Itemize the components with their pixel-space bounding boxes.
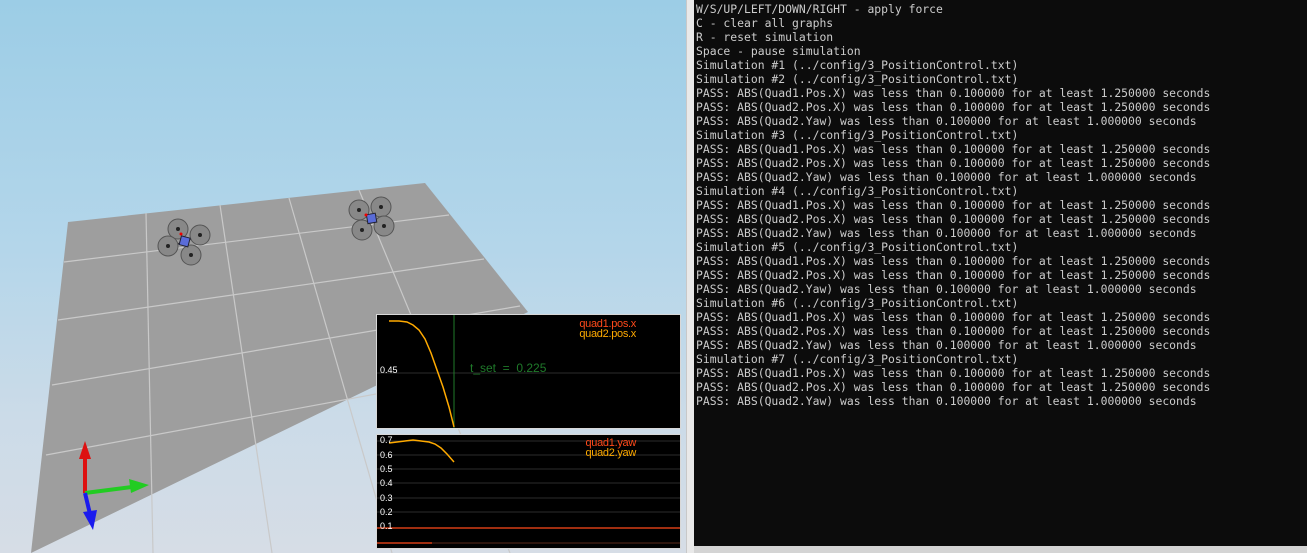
simulator-viewport[interactable]: quad1.pos.x quad2.pos.x 0.45 t_set = 0.2… — [0, 0, 690, 553]
console-line: PASS: ABS(Quad2.Pos.X) was less than 0.1… — [696, 100, 1211, 114]
console-line: Simulation #4 (../config/3_PositionContr… — [696, 184, 1019, 198]
console-line: Simulation #7 (../config/3_PositionContr… — [696, 352, 1019, 366]
yaw-plot[interactable]: quad1.yaw quad2.yaw 0.7 0.6 0.5 0.4 0.3 … — [376, 434, 681, 549]
console-window[interactable]: W/S/UP/LEFT/DOWN/RIGHT - apply force C -… — [694, 0, 1307, 546]
quad2-yaw-line — [388, 439, 455, 463]
yaw-tick-0-1: 0.1 — [380, 521, 393, 531]
console-line: PASS: ABS(Quad1.Pos.X) was less than 0.1… — [696, 86, 1211, 100]
yaw-tick-0-3: 0.3 — [380, 493, 393, 503]
console-line: Simulation #1 (../config/3_PositionContr… — [696, 58, 1019, 72]
console-line: PASS: ABS(Quad2.Pos.X) was less than 0.1… — [696, 156, 1211, 170]
console-line: PASS: ABS(Quad2.Pos.X) was less than 0.1… — [696, 324, 1211, 338]
console-line: Simulation #5 (../config/3_PositionContr… — [696, 240, 1019, 254]
position-plot[interactable]: quad1.pos.x quad2.pos.x 0.45 t_set = 0.2… — [376, 314, 681, 429]
console-line: W/S/UP/LEFT/DOWN/RIGHT - apply force — [696, 2, 943, 16]
yaw-tick-0-5: 0.5 — [380, 464, 393, 474]
console-line: PASS: ABS(Quad2.Yaw) was less than 0.100… — [696, 114, 1197, 128]
yaw-tick-0-7: 0.7 — [380, 435, 393, 445]
console-line: C - clear all graphs — [696, 16, 834, 30]
legend-quad2-yaw[interactable]: quad2.yaw — [585, 448, 636, 459]
console-line: PASS: ABS(Quad2.Pos.X) was less than 0.1… — [696, 380, 1211, 394]
console-line: PASS: ABS(Quad1.Pos.X) was less than 0.1… — [696, 142, 1211, 156]
console-line: PASS: ABS(Quad1.Pos.X) was less than 0.1… — [696, 254, 1211, 268]
yaw-tick-0-6: 0.6 — [380, 450, 393, 460]
console-line: Space - pause simulation — [696, 44, 861, 58]
console-line: R - reset simulation — [696, 30, 834, 44]
console-line: PASS: ABS(Quad1.Pos.X) was less than 0.1… — [696, 198, 1211, 212]
quad2-pos-x-line — [389, 320, 455, 428]
console-line: PASS: ABS(Quad2.Pos.X) was less than 0.1… — [696, 212, 1211, 226]
console-line: PASS: ABS(Quad2.Yaw) was less than 0.100… — [696, 170, 1197, 184]
console-line: PASS: ABS(Quad2.Pos.X) was less than 0.1… — [696, 268, 1211, 282]
yaw-tick-0-2: 0.2 — [380, 507, 393, 517]
console-line: Simulation #6 (../config/3_PositionContr… — [696, 296, 1019, 310]
console-line: PASS: ABS(Quad2.Yaw) was less than 0.100… — [696, 226, 1197, 240]
console-line: Simulation #3 (../config/3_PositionContr… — [696, 128, 1019, 142]
position-plot-legend: quad1.pos.x quad2.pos.x — [579, 319, 636, 340]
t-set-annotation: t_set = 0.225 — [470, 361, 547, 375]
console-line: PASS: ABS(Quad2.Yaw) was less than 0.100… — [696, 394, 1197, 408]
console-output: W/S/UP/LEFT/DOWN/RIGHT - apply force C -… — [696, 2, 1210, 408]
legend-quad2-pos-x[interactable]: quad2.pos.x — [579, 329, 636, 340]
console-line: PASS: ABS(Quad1.Pos.X) was less than 0.1… — [696, 310, 1211, 324]
console-line: PASS: ABS(Quad2.Yaw) was less than 0.100… — [696, 282, 1197, 296]
yaw-tick-0-4: 0.4 — [380, 478, 393, 488]
yaw-plot-legend: quad1.yaw quad2.yaw — [585, 438, 636, 459]
taskbar-strip — [694, 546, 1307, 553]
console-line: PASS: ABS(Quad1.Pos.X) was less than 0.1… — [696, 366, 1211, 380]
console-line: Simulation #2 (../config/3_PositionContr… — [696, 72, 1019, 86]
position-plot-tick: 0.45 — [380, 365, 398, 375]
quadcopter-2 — [348, 196, 395, 241]
console-line: PASS: ABS(Quad2.Yaw) was less than 0.100… — [696, 338, 1197, 352]
